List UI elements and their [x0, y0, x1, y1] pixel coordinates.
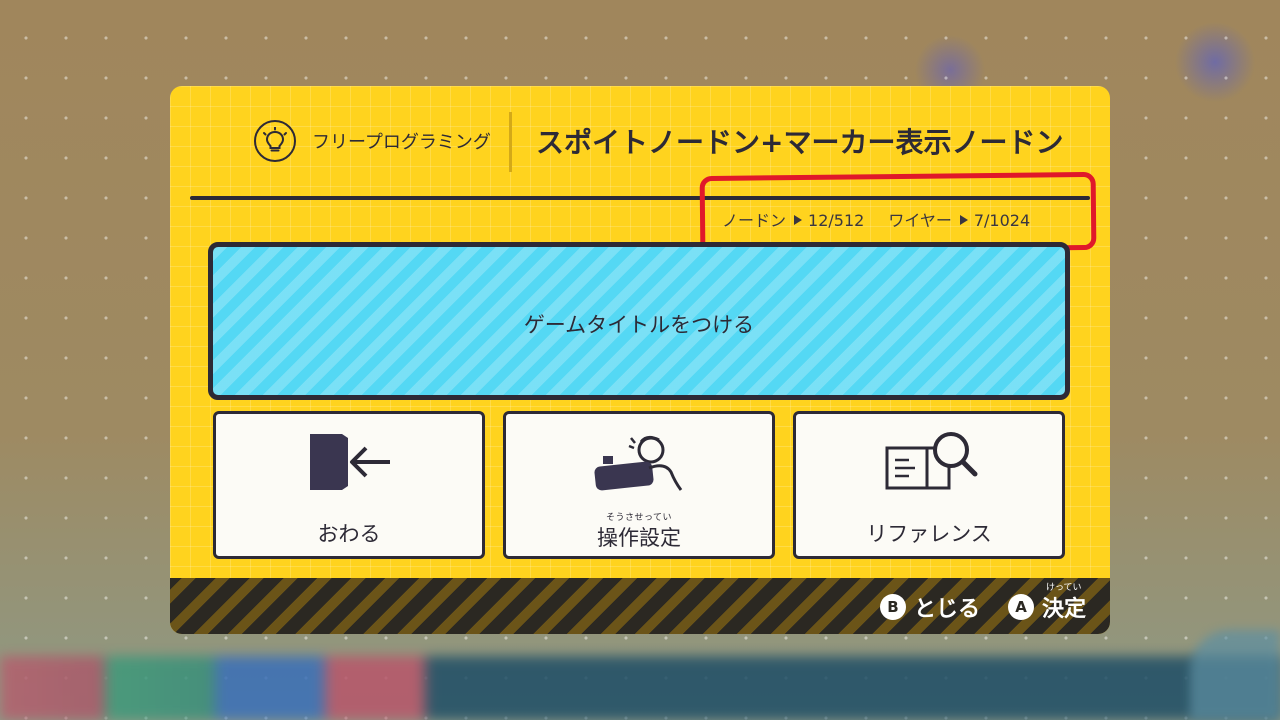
reference-button[interactable]: リファレンス — [793, 411, 1065, 559]
controller-person-icon — [589, 428, 689, 500]
blurred-background-corner — [1190, 630, 1280, 720]
b-button-icon: B — [880, 594, 906, 620]
reference-label: リファレンス — [866, 522, 992, 546]
blurred-background-bar — [0, 656, 1280, 720]
program-title: スポイトノードン+マーカー表示ノードン — [536, 126, 1064, 159]
quit-button[interactable]: おわる — [213, 411, 485, 559]
header-divider — [509, 112, 512, 172]
confirm-label: 決定 — [1042, 597, 1087, 622]
exit-door-icon — [304, 428, 394, 500]
control-settings-button[interactable]: そうさせってい 操作設定 — [503, 411, 775, 559]
a-button-icon: A — [1008, 594, 1034, 620]
close-button[interactable]: B とじる — [880, 591, 980, 623]
set-game-title-button[interactable]: ゲームタイトルをつける — [208, 242, 1070, 400]
close-label: とじる — [914, 597, 981, 622]
confirm-button[interactable]: A 決定 — [1008, 591, 1086, 623]
quit-label: おわる — [317, 522, 381, 546]
dialog-footer: B とじる けってい A 決定 — [170, 578, 1110, 634]
program-menu-dialog: フリープログラミング スポイトノードン+マーカー表示ノードン ノードン 12/51… — [170, 86, 1110, 634]
book-magnifier-icon — [879, 428, 979, 500]
mode-label: フリープログラミング — [312, 132, 491, 153]
lightbulb-icon — [254, 120, 296, 162]
control-settings-label: 操作設定 — [597, 526, 681, 550]
set-game-title-label: ゲームタイトルをつける — [523, 313, 755, 337]
